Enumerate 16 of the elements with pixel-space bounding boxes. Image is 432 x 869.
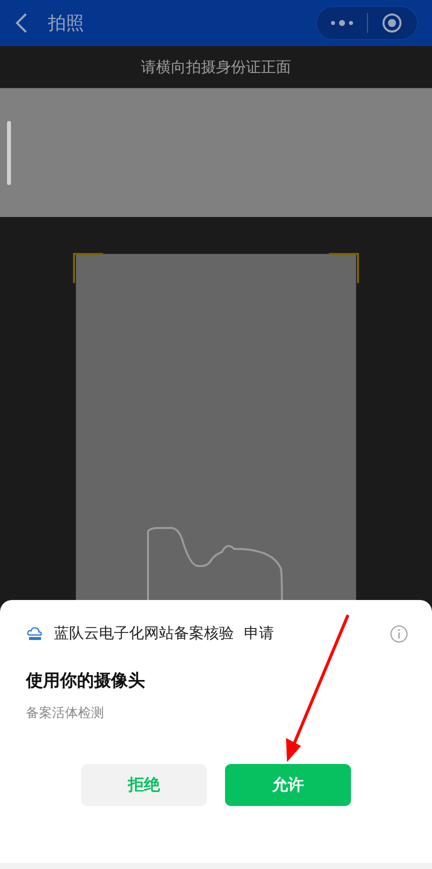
close-icon[interactable]	[382, 13, 402, 33]
app-name: 蓝队云电子化网站备案核验	[54, 624, 234, 643]
deny-button[interactable]: 拒绝	[81, 764, 207, 806]
back-icon[interactable]	[14, 12, 28, 34]
page-title: 拍照	[48, 12, 85, 35]
permission-purpose: 备案活体检测	[26, 705, 105, 722]
permission-title: 使用你的摄像头	[26, 670, 146, 692]
corner-mark	[73, 253, 103, 283]
more-icon[interactable]	[330, 19, 354, 27]
allow-button[interactable]: 允许	[225, 764, 351, 806]
scroll-handle	[7, 121, 11, 185]
info-icon[interactable]	[390, 624, 408, 642]
instruction-text: 请横向拍摄身份证正面	[141, 58, 291, 76]
corner-mark	[329, 253, 359, 283]
cloud-logo-icon	[26, 624, 44, 642]
request-label: 申请	[244, 624, 274, 643]
